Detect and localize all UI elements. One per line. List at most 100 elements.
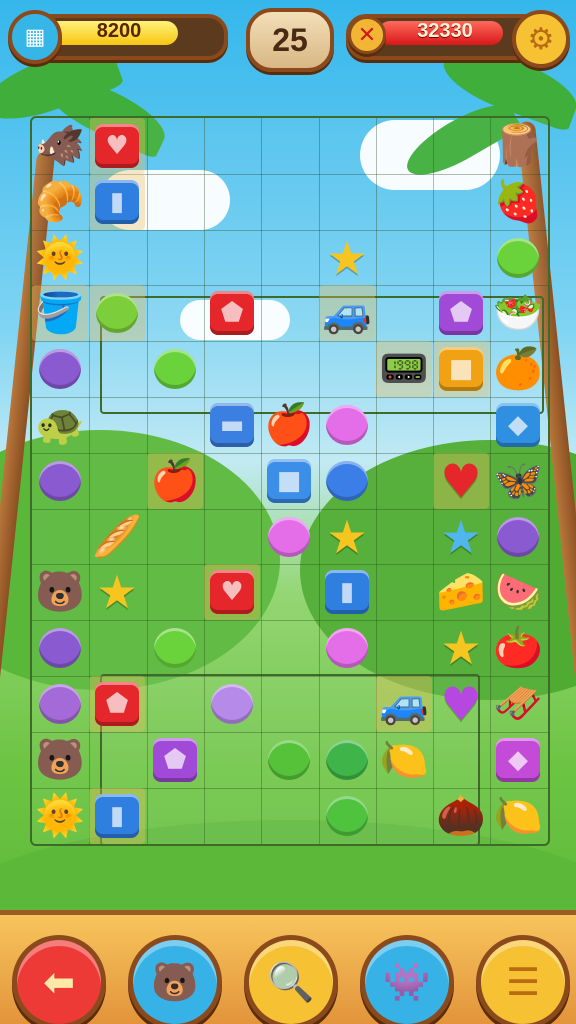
block-piece: ♥ <box>95 124 139 168</box>
board-tile[interactable]: ♥ <box>433 453 489 509</box>
blob-piece: ● <box>154 349 196 389</box>
board-tile[interactable]: ♥ <box>89 118 145 174</box>
board-tile[interactable]: 🍉 <box>490 564 546 620</box>
board-tile[interactable]: 🍅 <box>490 620 546 676</box>
board-tile[interactable]: ★ <box>433 620 489 676</box>
board-tile[interactable]: ● <box>147 620 203 676</box>
creature-button[interactable]: 🐻 <box>128 935 222 1024</box>
board-tile[interactable]: ● <box>319 620 375 676</box>
board-tile[interactable]: ◆ <box>490 732 546 788</box>
board-tile[interactable]: 🐗 <box>32 118 88 174</box>
board-tile[interactable]: 🍋 <box>490 788 546 844</box>
blob-piece: ● <box>268 517 310 557</box>
board-tile[interactable]: ♥ <box>204 564 260 620</box>
board-tile[interactable]: ⬟ <box>147 732 203 788</box>
board-tile[interactable]: ★ <box>319 509 375 565</box>
board-tile[interactable]: 📟 <box>376 341 432 397</box>
arrow-left-icon: ⬅ <box>43 960 75 1004</box>
board-tile[interactable]: ⬟ <box>204 285 260 341</box>
board-tile[interactable]: ● <box>32 676 88 732</box>
board-tile[interactable]: ● <box>319 397 375 453</box>
board-tile[interactable]: 🥖 <box>89 509 145 565</box>
fruit-piece: 🍋 <box>493 793 543 839</box>
bottom-action-bar: ⬅ 🐻 🔍 👾 ☰ <box>0 910 576 1024</box>
creature-piece: 🌞 <box>35 793 85 839</box>
block-piece: ⬟ <box>439 291 483 335</box>
heart-piece: ♥ <box>440 454 482 508</box>
board-tile[interactable]: 🍎 <box>147 453 203 509</box>
board-tile[interactable]: 🌰 <box>433 788 489 844</box>
board-tile[interactable]: ⬟ <box>433 285 489 341</box>
board-tile[interactable]: ● <box>261 732 317 788</box>
board-tile[interactable]: 🐢 <box>32 397 88 453</box>
blob-piece: ● <box>39 349 81 389</box>
board-tile[interactable]: ◆ <box>490 397 546 453</box>
board-tile[interactable]: ● <box>89 285 145 341</box>
board-tile[interactable]: ● <box>32 453 88 509</box>
block-piece: ▮ <box>95 794 139 838</box>
score-right-value: 32330 <box>417 20 473 42</box>
board-tile[interactable]: 🍋 <box>376 732 432 788</box>
board-tile[interactable]: ● <box>319 732 375 788</box>
board-tile[interactable]: ⬟ <box>89 676 145 732</box>
star-piece: ★ <box>96 565 138 619</box>
menu-icon: ☰ <box>505 960 541 1004</box>
board-tile[interactable]: 🐻 <box>32 564 88 620</box>
board-tile[interactable]: ■ <box>261 453 317 509</box>
board-tile[interactable]: ♥ <box>433 676 489 732</box>
board-tile[interactable]: ● <box>204 676 260 732</box>
item-piece: 🧀 <box>436 569 486 615</box>
board-tile[interactable]: ● <box>261 509 317 565</box>
board-tile[interactable]: 🧀 <box>433 564 489 620</box>
creature-piece: 🐗 <box>35 123 85 169</box>
board-tile[interactable]: 🐻 <box>32 732 88 788</box>
back-button[interactable]: ⬅ <box>12 935 106 1024</box>
board-tile[interactable]: 🚙 <box>319 285 375 341</box>
block-piece: ⬟ <box>210 291 254 335</box>
blob-piece: ● <box>497 517 539 557</box>
menu-button[interactable]: ☰ <box>476 935 570 1024</box>
board-tile[interactable]: ★ <box>89 564 145 620</box>
item-piece: 🛷 <box>493 681 543 727</box>
grid-icon[interactable]: ▦ <box>8 10 62 64</box>
board-tile[interactable]: ■ <box>433 341 489 397</box>
board-tile[interactable]: ● <box>490 230 546 286</box>
board-tile[interactable]: ▮ <box>89 174 145 230</box>
board-tile[interactable]: ▬ <box>204 397 260 453</box>
board-tile[interactable]: 🍎 <box>261 397 317 453</box>
board-tile[interactable]: 🍓 <box>490 174 546 230</box>
magnifier-icon: 🔍 <box>267 959 315 1004</box>
board-tile[interactable]: ● <box>32 620 88 676</box>
board-tile[interactable]: ● <box>147 341 203 397</box>
block-piece: ⬟ <box>95 682 139 726</box>
board-tile[interactable]: ▮ <box>319 564 375 620</box>
item-piece: 📟 <box>379 346 429 392</box>
board-tile[interactable]: 🍊 <box>490 341 546 397</box>
moves-counter: 25 <box>246 8 334 72</box>
board-tile[interactable]: ▮ <box>89 788 145 844</box>
board-tile[interactable]: 🪵 <box>490 118 546 174</box>
board-tile[interactable]: ★ <box>433 509 489 565</box>
board-tile[interactable]: 🚙 <box>376 676 432 732</box>
fruit-piece: 🍋 <box>379 737 429 783</box>
board-tile[interactable]: 🌞 <box>32 788 88 844</box>
board-tile[interactable]: 🥐 <box>32 174 88 230</box>
fruit-piece: 🍎 <box>150 458 200 504</box>
blob-piece: ● <box>326 405 368 445</box>
board-tile[interactable]: 🌞 <box>32 230 88 286</box>
hint-button[interactable]: 👾 <box>360 935 454 1024</box>
board-tile[interactable]: ● <box>319 788 375 844</box>
search-button[interactable]: 🔍 <box>244 935 338 1024</box>
board-tile[interactable]: ● <box>32 341 88 397</box>
board-tile[interactable]: ★ <box>319 230 375 286</box>
board-tile[interactable]: ● <box>319 453 375 509</box>
board-tile[interactable]: 🪣 <box>32 285 88 341</box>
board-tile[interactable]: 🥗 <box>490 285 546 341</box>
item-piece: 🥗 <box>493 290 543 336</box>
board-tile[interactable]: 🛷 <box>490 676 546 732</box>
board-tile[interactable]: 🦋 <box>490 453 546 509</box>
board-tile[interactable]: ● <box>490 509 546 565</box>
blob-piece: ● <box>154 628 196 668</box>
gear-icon[interactable]: ⚙ <box>512 10 570 68</box>
close-icon[interactable]: ✕ <box>348 16 386 54</box>
